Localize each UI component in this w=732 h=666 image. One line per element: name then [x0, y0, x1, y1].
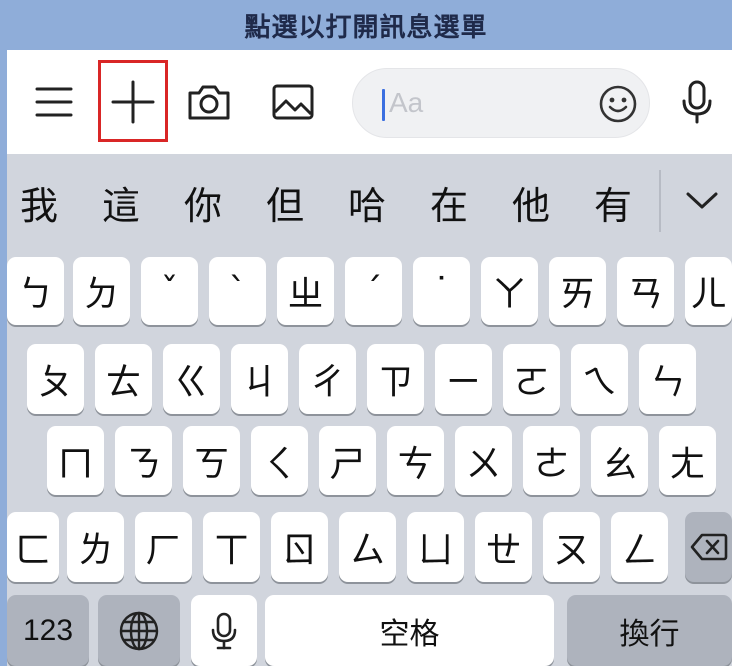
- instruction-caption: 點選以打開訊息選單: [244, 12, 488, 43]
- candidate-word[interactable]: 我: [9, 182, 69, 230]
- return-key-label: 換行: [619, 616, 680, 652]
- key-zhuyin[interactable]: ㄣ: [639, 344, 696, 414]
- key-zhuyin[interactable]: ㄕ: [319, 426, 376, 495]
- input-placeholder: Aa: [389, 87, 424, 118]
- key-zhuyin[interactable]: ㄝ: [475, 512, 532, 582]
- key-zhuyin[interactable]: ㄩ: [407, 512, 464, 582]
- image-icon[interactable]: [263, 72, 323, 132]
- globe-key[interactable]: [98, 595, 180, 666]
- key-zhuyin[interactable]: ㄆ: [27, 344, 84, 414]
- candidate-word[interactable]: 他: [501, 182, 561, 230]
- space-key[interactable]: 空格: [265, 595, 554, 666]
- key-zhuyin[interactable]: ㄔ: [299, 344, 356, 414]
- key-zhuyin[interactable]: ㄉ: [73, 257, 130, 325]
- key-tone[interactable]: ˙: [413, 257, 470, 325]
- key-zhuyin[interactable]: ㄗ: [367, 344, 424, 414]
- space-key-label: 空格: [379, 616, 440, 652]
- key-zhuyin[interactable]: ㄇ: [47, 426, 104, 495]
- key-zhuyin[interactable]: ㄘ: [387, 426, 444, 495]
- return-key[interactable]: 換行: [567, 595, 732, 666]
- key-zhuyin[interactable]: ㄈ: [7, 512, 59, 582]
- messenger-bottom-area: Aa 我 這 你 但 哈 在 他 有 ㄅ ㄉ ˇ ˋ ㄓ ˊ ˙ ㄚ ㄞ ㄢ ㄦ…: [7, 50, 732, 666]
- key-zhuyin[interactable]: ㄥ: [611, 512, 668, 582]
- microphone-icon: [210, 611, 238, 651]
- key-zhuyin[interactable]: ㄡ: [543, 512, 600, 582]
- microphone-icon[interactable]: [667, 72, 727, 132]
- key-zhuyin[interactable]: ㄏ: [135, 512, 192, 582]
- key-tone[interactable]: ˊ: [345, 257, 402, 325]
- backspace-key[interactable]: [685, 512, 732, 582]
- key-zhuyin[interactable]: ㄨ: [455, 426, 512, 495]
- key-zhuyin[interactable]: ㄑ: [251, 426, 308, 495]
- plus-button-highlight: [98, 60, 168, 142]
- key-zhuyin[interactable]: ㄊ: [95, 344, 152, 414]
- candidate-divider: [659, 170, 661, 232]
- key-zhuyin[interactable]: ㄌ: [67, 512, 124, 582]
- key-zhuyin[interactable]: ㄓ: [277, 257, 334, 325]
- key-zhuyin[interactable]: ㄤ: [659, 426, 716, 495]
- candidate-word[interactable]: 但: [255, 182, 315, 230]
- key-zhuyin[interactable]: ㄞ: [549, 257, 606, 325]
- key-zhuyin[interactable]: ㄒ: [203, 512, 260, 582]
- candidate-word[interactable]: 這: [91, 182, 151, 230]
- numbers-key-label: 123: [22, 613, 74, 647]
- key-zhuyin[interactable]: ㄦ: [685, 257, 732, 325]
- camera-icon[interactable]: [179, 72, 239, 132]
- key-zhuyin[interactable]: ㄍ: [163, 344, 220, 414]
- text-cursor: [382, 89, 385, 121]
- key-zhuyin[interactable]: ㄋ: [115, 426, 172, 495]
- key-zhuyin[interactable]: ㄅ: [7, 257, 64, 325]
- candidate-bar: 我 這 你 但 哈 在 他 有: [7, 154, 732, 254]
- key-zhuyin[interactable]: ㄜ: [523, 426, 580, 495]
- emoji-icon[interactable]: [595, 81, 641, 127]
- key-zhuyin[interactable]: ㄙ: [339, 512, 396, 582]
- dictation-key[interactable]: [191, 595, 257, 666]
- candidate-word[interactable]: 哈: [337, 182, 397, 230]
- chevron-down-icon[interactable]: [675, 174, 729, 228]
- key-zhuyin[interactable]: ㄠ: [591, 426, 648, 495]
- key-zhuyin[interactable]: ㄐ: [231, 344, 288, 414]
- globe-icon: [118, 610, 160, 652]
- key-tone[interactable]: ˇ: [141, 257, 198, 325]
- menu-icon[interactable]: [24, 72, 84, 132]
- candidate-word[interactable]: 你: [173, 182, 233, 230]
- key-tone[interactable]: ˋ: [209, 257, 266, 325]
- key-zhuyin[interactable]: ㄖ: [271, 512, 328, 582]
- message-toolbar: Aa: [7, 50, 732, 154]
- candidate-word[interactable]: 有: [583, 182, 643, 230]
- numbers-key[interactable]: 123: [7, 595, 89, 666]
- key-zhuyin[interactable]: ㄎ: [183, 426, 240, 495]
- key-zhuyin[interactable]: ㄛ: [503, 344, 560, 414]
- candidate-word[interactable]: 在: [419, 182, 479, 230]
- key-zhuyin[interactable]: ㄧ: [435, 344, 492, 414]
- key-zhuyin[interactable]: ㄟ: [571, 344, 628, 414]
- message-input[interactable]: Aa: [352, 68, 650, 138]
- key-zhuyin[interactable]: ㄢ: [617, 257, 674, 325]
- backspace-icon: [690, 532, 728, 562]
- key-zhuyin[interactable]: ㄚ: [481, 257, 538, 325]
